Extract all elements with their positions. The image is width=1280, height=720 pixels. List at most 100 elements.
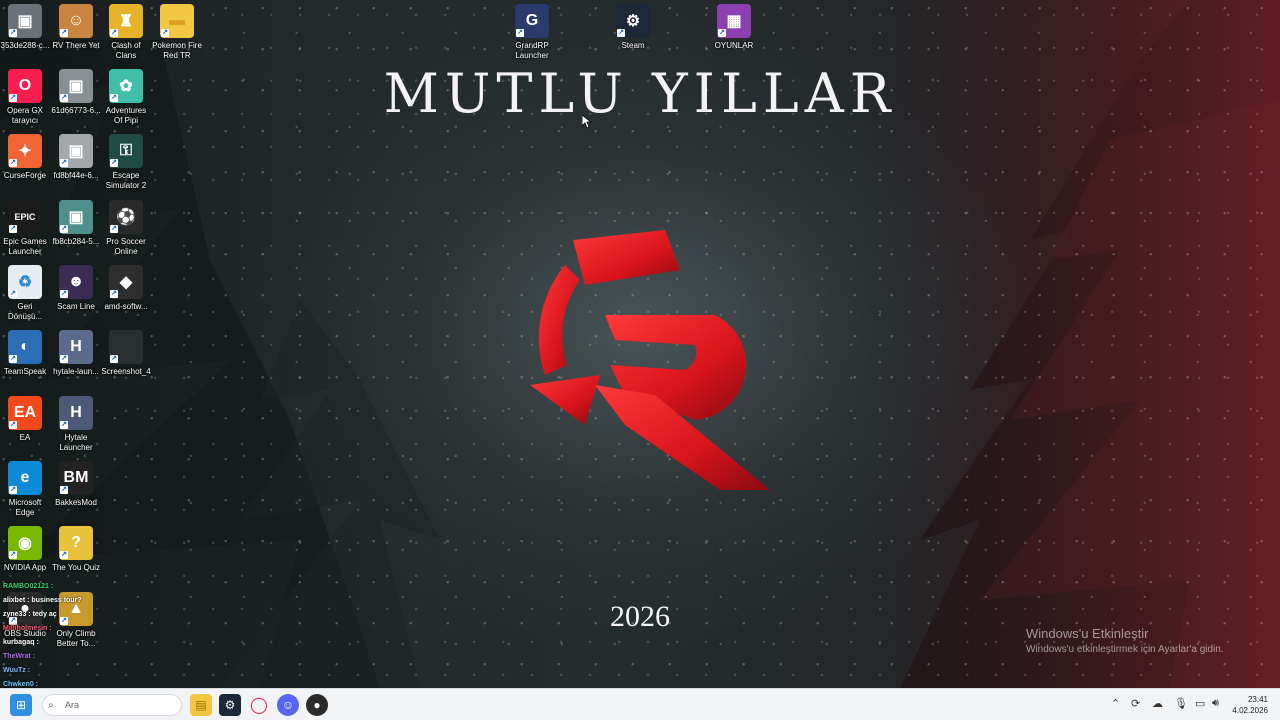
desktop-icon[interactable]: ⚽ ↗ Pro Soccer Online: [101, 200, 151, 257]
chat-username: alixbet :: [3, 597, 32, 604]
shortcut-arrow-icon: ↗: [516, 29, 524, 37]
desktop-icon[interactable]: ▣ ↗ fb8cb284-5...: [51, 200, 101, 247]
desktop-icon[interactable]: ▦ ↗ OYUNLAR: [709, 4, 759, 51]
desktop-icon[interactable]: ▣ ↗ fd8bf44e-6...: [51, 134, 101, 181]
desktop-icon[interactable]: BM ↗ BakkesMod: [51, 461, 101, 508]
cloud-icon[interactable]: ☁: [1152, 697, 1163, 710]
chat-text: tedy aç: [32, 611, 57, 618]
chat-message: RAMBO02121 :: [3, 580, 82, 594]
shortcut-arrow-icon: ↗: [9, 94, 17, 102]
windows-start-icon[interactable]: ⊞: [10, 694, 32, 716]
desktop-icon-label: Hytale Launcher: [59, 433, 93, 452]
desktop-icon[interactable]: H ↗ Hytale Launcher: [51, 396, 101, 453]
shortcut-arrow-icon: ↗: [110, 94, 118, 102]
you-quiz-icon: ? ↗: [59, 526, 93, 560]
taskbar: ⊞ Ara ⌕ ▤ ⚙ ◯ ☺ ● ⌃ ⟳ ☁ 🎙︎ ▭ 🔊︎ 23:41 4.…: [0, 688, 1280, 720]
discord-icon[interactable]: ☺: [277, 694, 299, 716]
desktop-icon[interactable]: G ↗ GrandRP Launcher: [507, 4, 557, 61]
desktop-icon[interactable]: ↗ Screenshot_4: [101, 330, 151, 377]
desktop-icon[interactable]: O ↗ Opera GX tarayıcı: [0, 69, 50, 126]
desktop-icon[interactable]: EPIC ↗ Epic Games Launcher: [0, 200, 50, 257]
microphone-icon[interactable]: 🎙︎: [1174, 697, 1188, 710]
curseforge-icon: ✦ ↗: [8, 134, 42, 168]
steam-icon[interactable]: ⚙: [219, 694, 241, 716]
desktop-icon[interactable]: ◐ ↗ TeamSpeak: [0, 330, 50, 377]
desktop-icon[interactable]: ♜ ↗ Clash of Clans: [101, 4, 151, 61]
desktop-icon[interactable]: ◆ ↗ amd-softw...: [101, 265, 151, 312]
shortcut-arrow-icon: ↗: [9, 29, 17, 37]
shortcut-arrow-icon: ↗: [60, 421, 68, 429]
desktop-icon[interactable]: ⚙ ↗ Steam: [608, 4, 658, 51]
desktop-icon-label: TeamSpeak: [3, 367, 47, 376]
chat-message: WuuTz :: [3, 664, 82, 678]
desktop-icon-label: hytale-laun...: [53, 367, 99, 376]
desktop-icon[interactable]: e ↗ Microsoft Edge: [0, 461, 50, 518]
desktop-icon-label: CurseForge: [3, 171, 47, 180]
system-clock[interactable]: 23:41 4.02.2026: [1232, 694, 1268, 716]
desktop-icon-label: Screenshot_4: [101, 367, 151, 376]
desktop-icon[interactable]: ☻ ↗ Scam Line: [51, 265, 101, 312]
show-hidden-icons-chevron-icon[interactable]: ⌃: [1111, 697, 1120, 710]
desktop-icon-label: Microsoft Edge: [8, 498, 42, 517]
shortcut-arrow-icon: ↗: [110, 355, 118, 363]
desktop-icon[interactable]: EA ↗ EA: [0, 396, 50, 443]
desktop-icon[interactable]: ✿ ↗ Adventures Of Pipi: [101, 69, 151, 126]
desktop-icon[interactable]: ☺ ↗ RV There Yet: [51, 4, 101, 51]
search-icon: ⌕: [48, 700, 54, 711]
chat-username: zyne33 :: [3, 611, 33, 618]
games-folder-icon: ▦ ↗: [717, 4, 751, 38]
escape-simulator-icon: ⚿ ↗: [109, 134, 143, 168]
desktop-icon-label: Opera GX tarayıcı: [6, 106, 43, 125]
chat-message: TheWrat :: [3, 650, 82, 664]
desktop-icon-label: GrandRP Launcher: [515, 41, 549, 60]
desktop-icon[interactable]: ▬ ↗ Pokemon Fire Red TR: [152, 4, 202, 61]
wallpaper-title: MUTLU YILLAR: [383, 62, 897, 125]
desktop-icon-label: Escape Simulator 2: [105, 171, 147, 190]
desktop-icon[interactable]: ⚿ ↗ Escape Simulator 2: [101, 134, 151, 191]
shortcut-arrow-icon: ↗: [9, 159, 17, 167]
shortcut-arrow-icon: ↗: [9, 421, 17, 429]
desktop-icon-label: 61d66773-6...: [51, 106, 101, 115]
file-explorer-icon[interactable]: ▤: [190, 694, 212, 716]
desktop-icon[interactable]: ♻ ↗ Geri Dönüşü...: [0, 265, 50, 322]
edge-icon: e ↗: [8, 461, 42, 495]
shortcut-arrow-icon: ↗: [110, 159, 118, 167]
desktop: MUTLU YILLAR 2026 Windows'u Etkinleştir …: [0, 0, 1280, 688]
desktop-icon-label: 353de288-c...: [0, 41, 50, 50]
chat-message: zyne33 : tedy aç: [3, 608, 82, 622]
chat-text: business tour?: [31, 597, 82, 604]
desktop-icon-label: Pro Soccer Online: [106, 237, 146, 256]
chat-message: Milliholmesin :: [3, 622, 82, 636]
desktop-icon[interactable]: ? ↗ The You Quiz: [51, 526, 101, 573]
desktop-icon[interactable]: ✦ ↗ CurseForge: [0, 134, 50, 181]
speaker-icon[interactable]: 🔊︎: [1212, 697, 1219, 710]
amd-installer-icon: ◆ ↗: [109, 265, 143, 299]
image-file-icon: ▣ ↗: [59, 69, 93, 103]
search-input[interactable]: Ara: [42, 694, 182, 716]
chat-username: WuuTz :: [3, 667, 31, 674]
chat-username: Chwken0 :: [3, 681, 39, 688]
network-icon[interactable]: ▭: [1195, 697, 1205, 710]
desktop-icon[interactable]: H ↗ hytale-laun...: [51, 330, 101, 377]
shortcut-arrow-icon: ↗: [9, 290, 17, 298]
hytale-icon: H ↗: [59, 396, 93, 430]
obs-icon[interactable]: ●: [306, 694, 328, 716]
desktop-icon[interactable]: ▣ ↗ 353de288-c...: [0, 4, 50, 51]
desktop-icon[interactable]: ◉ ↗ NVIDIA App: [0, 526, 50, 573]
chat-username: RAMBO02121 :: [3, 583, 54, 590]
ea-icon: EA ↗: [8, 396, 42, 430]
mouse-cursor: [582, 115, 592, 129]
clash-of-clans-icon: ♜ ↗: [109, 4, 143, 38]
desktop-icon-label: RV There Yet: [52, 41, 100, 50]
shortcut-arrow-icon: ↗: [60, 29, 68, 37]
image-file-icon: ▣ ↗: [59, 200, 93, 234]
image-file-icon: ▣ ↗: [8, 4, 42, 38]
blank-file-icon: ↗: [109, 330, 143, 364]
sync-icon[interactable]: ⟳: [1131, 697, 1140, 710]
chat-username: Milliholmesin :: [3, 625, 52, 632]
activation-title: Windows'u Etkinleştir: [1026, 626, 1149, 641]
desktop-icon[interactable]: ▣ ↗ 61d66773-6...: [51, 69, 101, 116]
desktop-icon-label: OYUNLAR: [714, 41, 754, 50]
opera-gx-icon[interactable]: ◯: [248, 694, 270, 716]
desktop-icon-label: Clash of Clans: [111, 41, 141, 60]
